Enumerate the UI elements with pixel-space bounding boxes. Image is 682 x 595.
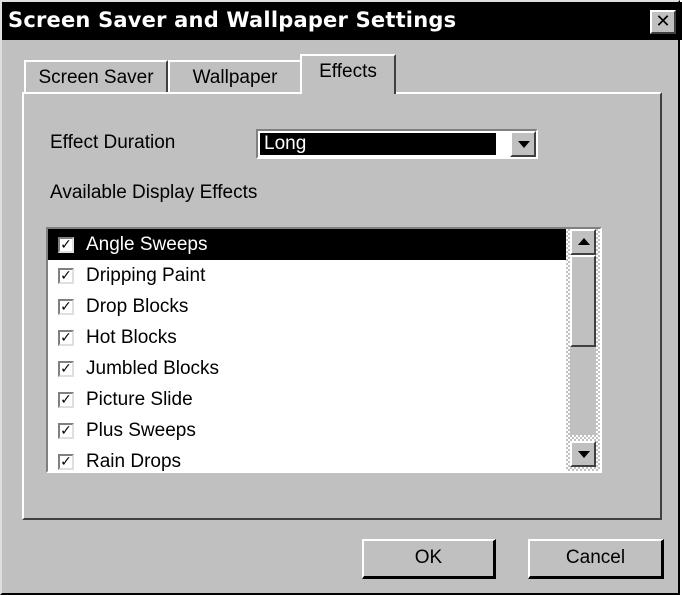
effect-label: Angle Sweeps: [86, 234, 208, 255]
effect-checkbox[interactable]: ✓: [58, 361, 74, 377]
tab-wallpaper[interactable]: Wallpaper: [168, 60, 302, 93]
effects-list-scrollbar[interactable]: [566, 229, 600, 471]
scroll-down-button[interactable]: [570, 441, 596, 467]
chevron-down-icon: [518, 141, 530, 148]
effects-panel: Effect Duration Long Available Display E…: [22, 92, 662, 520]
list-item[interactable]: ✓ Jumbled Blocks: [48, 353, 566, 384]
effects-list-items: ✓ Angle Sweeps ✓ Dripping Paint ✓ Drop Blocks…: [48, 229, 566, 472]
effect-checkbox[interactable]: ✓: [58, 237, 74, 253]
effect-label: Hot Blocks: [86, 327, 177, 348]
effect-label: Drop Blocks: [86, 296, 189, 317]
effect-label: Plus Sweeps: [86, 420, 196, 441]
list-item[interactable]: ✓ Drop Blocks: [48, 291, 566, 322]
tab-label: Effects: [319, 61, 377, 82]
effect-duration-label: Effect Duration: [50, 132, 176, 153]
settings-dialog: Screen Saver and Wallpaper Settings ✕ Sc…: [0, 0, 682, 595]
list-item[interactable]: ✓ Picture Slide: [48, 384, 566, 415]
dropdown-button[interactable]: [510, 131, 536, 157]
scroll-up-button[interactable]: [570, 229, 596, 255]
list-item[interactable]: ✓ Hot Blocks: [48, 322, 566, 353]
ok-button[interactable]: OK: [362, 539, 496, 579]
effect-label: Jumbled Blocks: [86, 358, 220, 379]
effect-label: Rain Drops: [86, 451, 182, 472]
close-icon: ✕: [655, 11, 671, 32]
effects-list[interactable]: ✓ Angle Sweeps ✓ Dripping Paint ✓ Drop Blocks…: [46, 227, 602, 473]
effect-checkbox[interactable]: ✓: [58, 330, 74, 346]
ok-button-label: OK: [414, 547, 443, 568]
effect-duration-select[interactable]: Long: [256, 129, 538, 159]
scrollbar-thumb[interactable]: [570, 255, 596, 347]
window-title: Screen Saver and Wallpaper Settings: [8, 8, 457, 32]
list-item[interactable]: ✓ Dripping Paint: [48, 260, 566, 291]
effect-duration-value: Long: [260, 133, 496, 155]
list-item[interactable]: ✓ Angle Sweeps: [48, 229, 566, 260]
effect-checkbox[interactable]: ✓: [58, 392, 74, 408]
title-bar[interactable]: Screen Saver and Wallpaper Settings ✕: [2, 2, 682, 40]
cancel-button[interactable]: Cancel: [528, 539, 664, 579]
effect-checkbox[interactable]: ✓: [58, 299, 74, 315]
effect-checkbox[interactable]: ✓: [58, 423, 74, 439]
effect-label: Picture Slide: [86, 389, 193, 410]
tab-label: Screen Saver: [38, 67, 154, 88]
cancel-button-label: Cancel: [565, 547, 626, 568]
tab-screen-saver[interactable]: Screen Saver: [24, 60, 168, 93]
tab-label: Wallpaper: [192, 67, 278, 88]
effect-checkbox[interactable]: ✓: [58, 268, 74, 284]
arrow-down-icon: [578, 451, 590, 458]
effect-checkbox[interactable]: ✓: [58, 454, 74, 470]
close-button[interactable]: ✕: [650, 10, 676, 34]
tab-effects[interactable]: Effects: [300, 54, 396, 94]
available-effects-label: Available Display Effects: [50, 182, 258, 203]
list-item[interactable]: ✓ Plus Sweeps: [48, 415, 566, 446]
arrow-up-icon: [578, 238, 590, 245]
list-item[interactable]: ✓ Rain Drops: [48, 446, 566, 472]
effect-label: Dripping Paint: [86, 265, 206, 286]
